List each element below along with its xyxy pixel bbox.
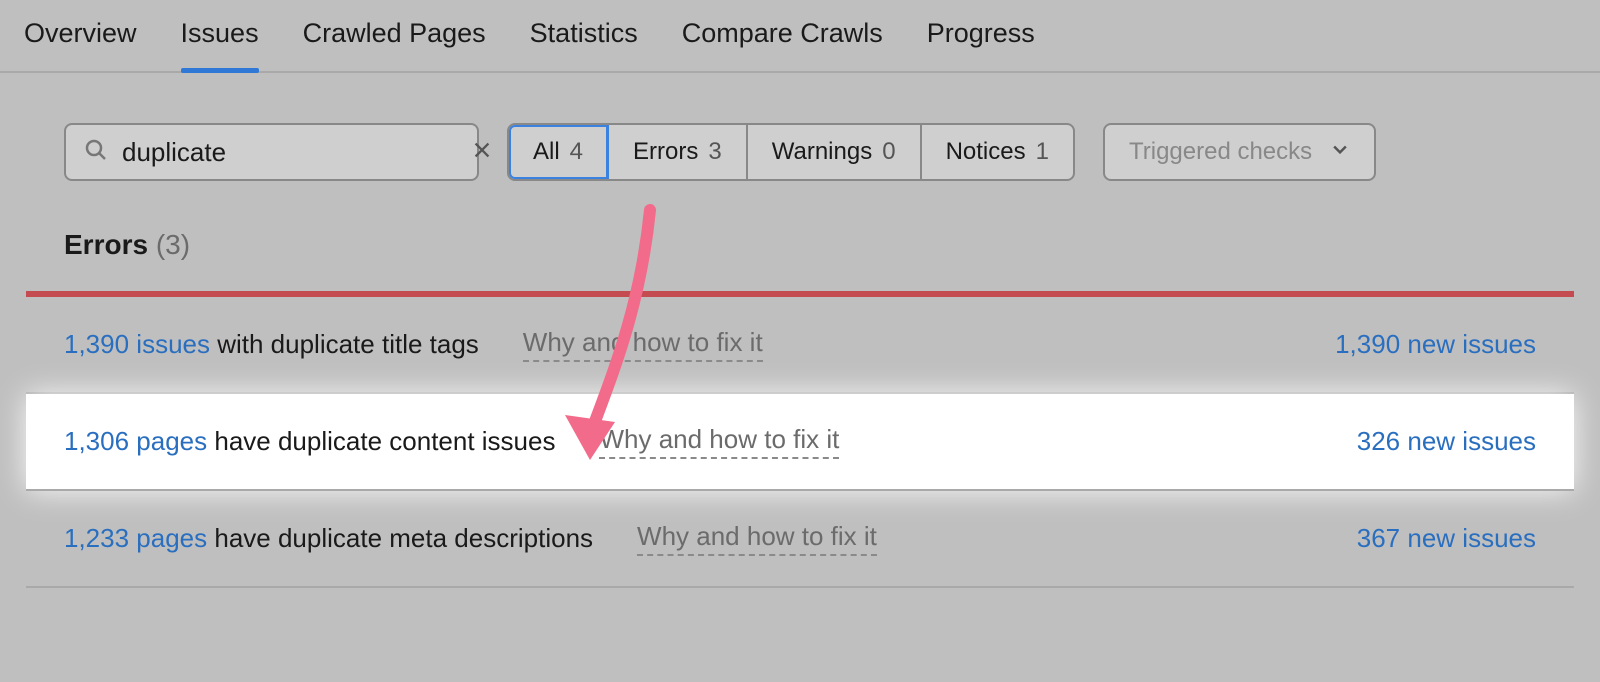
filter-count: 1 xyxy=(1036,138,1049,166)
issue-description: have duplicate content issues xyxy=(207,426,555,456)
chevron-down-icon xyxy=(1330,138,1350,166)
section-title: Errors xyxy=(64,229,148,260)
tab-issues[interactable]: Issues xyxy=(181,18,259,71)
issue-text: 1,390 issues with duplicate title tags xyxy=(64,329,479,360)
tab-progress[interactable]: Progress xyxy=(927,18,1035,71)
issue-row[interactable]: 1,306 pages have duplicate content issue… xyxy=(26,394,1574,491)
filter-count: 4 xyxy=(570,138,583,166)
filter-all[interactable]: All 4 xyxy=(509,125,609,179)
search-input[interactable] xyxy=(122,137,457,168)
filter-label: Errors xyxy=(633,138,698,166)
issue-row[interactable]: 1,390 issues with duplicate title tags W… xyxy=(26,297,1574,394)
issues-list: 1,390 issues with duplicate title tags W… xyxy=(26,297,1574,588)
search-box[interactable] xyxy=(64,123,479,181)
issue-description: have duplicate meta descriptions xyxy=(207,523,593,553)
filter-label: Warnings xyxy=(772,138,872,166)
issues-panel: All 4 Errors 3 Warnings 0 Notices 1 Trig… xyxy=(0,73,1600,588)
issue-count-link[interactable]: 1,390 issues xyxy=(64,329,210,359)
filter-count: 0 xyxy=(882,138,895,166)
why-and-how-link[interactable]: Why and how to fix it xyxy=(523,327,763,362)
why-and-how-link[interactable]: Why and how to fix it xyxy=(599,424,839,459)
filter-toolbar: All 4 Errors 3 Warnings 0 Notices 1 Trig… xyxy=(0,123,1600,181)
filter-warnings[interactable]: Warnings 0 xyxy=(748,125,922,179)
tab-compare-crawls[interactable]: Compare Crawls xyxy=(682,18,883,71)
new-issues-link[interactable]: 1,390 new issues xyxy=(1335,329,1536,360)
search-icon xyxy=(84,138,108,167)
filter-errors[interactable]: Errors 3 xyxy=(609,125,748,179)
issue-text: 1,233 pages have duplicate meta descript… xyxy=(64,523,593,554)
section-count: (3) xyxy=(156,229,190,260)
new-issues-link[interactable]: 326 new issues xyxy=(1357,426,1536,457)
filter-label: All xyxy=(533,138,560,166)
tab-overview[interactable]: Overview xyxy=(24,18,137,71)
section-heading: Errors (3) xyxy=(0,181,1600,291)
clear-icon[interactable] xyxy=(471,139,493,166)
new-issues-link[interactable]: 367 new issues xyxy=(1357,523,1536,554)
dropdown-label: Triggered checks xyxy=(1129,138,1312,166)
why-and-how-link[interactable]: Why and how to fix it xyxy=(637,521,877,556)
issue-count-link[interactable]: 1,306 pages xyxy=(64,426,207,456)
issue-count-link[interactable]: 1,233 pages xyxy=(64,523,207,553)
issue-row[interactable]: 1,233 pages have duplicate meta descript… xyxy=(26,491,1574,588)
filter-count: 3 xyxy=(708,138,721,166)
tab-statistics[interactable]: Statistics xyxy=(530,18,638,71)
filter-label: Notices xyxy=(946,138,1026,166)
triggered-checks-dropdown[interactable]: Triggered checks xyxy=(1103,123,1376,181)
issue-description: with duplicate title tags xyxy=(210,329,479,359)
issue-type-filter: All 4 Errors 3 Warnings 0 Notices 1 xyxy=(507,123,1075,181)
main-tabs: Overview Issues Crawled Pages Statistics… xyxy=(0,0,1600,73)
filter-notices[interactable]: Notices 1 xyxy=(922,125,1073,179)
issue-text: 1,306 pages have duplicate content issue… xyxy=(64,426,555,457)
tab-crawled-pages[interactable]: Crawled Pages xyxy=(303,18,486,71)
